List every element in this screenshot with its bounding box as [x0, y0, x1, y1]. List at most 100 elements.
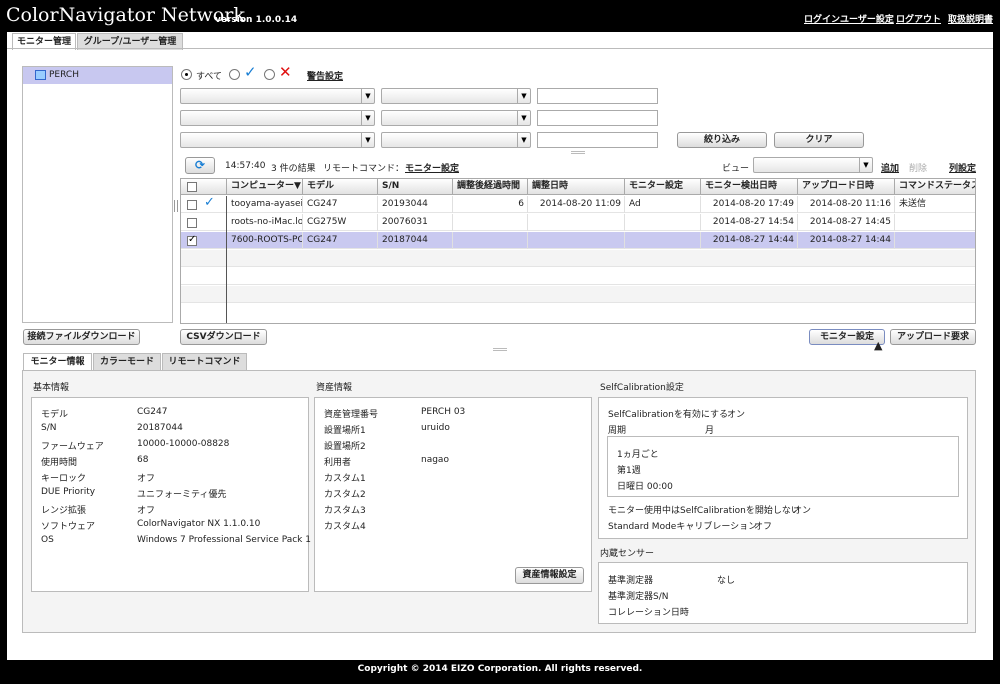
schedule-line: 1ヵ月ごと [617, 450, 659, 460]
filter-all-radio[interactable] [181, 69, 192, 80]
basic-info-value: ユニフォーミティ優先 [137, 490, 227, 500]
selfcal-inuse-label: モニター使用中はSelfCalibrationを開始しない [608, 506, 800, 516]
chevron-down-icon: ▼ [517, 133, 530, 147]
basic-info-key: レンジ拡張 [41, 506, 87, 516]
cell-monitor-setting: Ad [625, 196, 701, 213]
cell-adjust-date [528, 232, 625, 249]
asset-info-key: カスタム2 [324, 490, 366, 500]
column-settings-link[interactable]: 列設定 [949, 161, 976, 174]
row-checkbox[interactable] [187, 234, 197, 246]
asset-info-key: 資産管理番号 [324, 410, 379, 420]
filter-select-4[interactable]: ▼ [381, 110, 531, 126]
cell-monitor-setting [625, 214, 701, 231]
tab-color-mode[interactable]: カラーモード [93, 353, 161, 370]
filter-ok-radio[interactable] [229, 69, 240, 80]
cell-sn: 20076031 [378, 214, 453, 231]
tab-monitor-info[interactable]: モニター情報 [23, 353, 92, 370]
delete-view-link[interactable]: 削除 [909, 161, 927, 174]
column-header-sn[interactable]: S/N [378, 179, 453, 195]
filter-text-3[interactable] [537, 132, 658, 148]
filter-select-5[interactable]: ▼ [180, 132, 375, 148]
cell-sn: 20193044 [378, 196, 453, 213]
filter-text-1[interactable] [537, 88, 658, 104]
splitter-handle[interactable] [493, 348, 507, 351]
manual-link[interactable]: 取扱説明書 [948, 12, 993, 25]
basic-info-title: 基本情報 [33, 383, 70, 393]
view-select[interactable]: ▼ [753, 157, 873, 173]
column-header-monitor-setting[interactable]: モニター設定 [625, 179, 701, 195]
asset-info-value: nagao [421, 455, 449, 465]
table-row[interactable]: ✓ tooyama-ayasei- CG247 20193044 6 2014-… [181, 195, 975, 213]
cell-model: CG247 [303, 232, 378, 249]
cell-computer: roots-no-iMac.lo [227, 214, 303, 231]
filter-error-radio[interactable] [264, 69, 275, 80]
connection-file-download-button[interactable]: 接続ファイルダウンロード [23, 329, 140, 345]
chevron-down-icon: ▼ [361, 133, 374, 147]
column-header-detected[interactable]: モニター検出日時 [701, 179, 798, 195]
login-user-settings-link[interactable]: ログインユーザー設定 [804, 12, 894, 25]
sensor-ref-label: 基準測定器 [608, 576, 654, 586]
logout-link[interactable]: ログアウト [896, 12, 941, 25]
schedule-line: 第1週 [617, 466, 641, 476]
version-label: version 1.0.0.14 [215, 15, 298, 25]
empty-row [181, 268, 975, 285]
column-header-adjust-date[interactable]: 調整日時 [528, 179, 625, 195]
filter-select-3[interactable]: ▼ [180, 110, 375, 126]
column-header-model[interactable]: モデル [303, 179, 378, 195]
add-view-link[interactable]: 追加 [881, 161, 899, 174]
column-header-uploaded[interactable]: アップロード日時 [798, 179, 895, 195]
header-select-all[interactable] [181, 179, 227, 195]
selfcal-std-value: オフ [754, 522, 773, 532]
tree-item-perch[interactable]: PERCH [23, 67, 172, 84]
cell-adjust-date: 2014-08-20 11:09 [528, 196, 625, 213]
basic-info-key: モデル [41, 410, 69, 420]
cell-computer: tooyama-ayasei- [227, 196, 303, 213]
cell-detected: 2014-08-27 14:54 [701, 214, 798, 231]
asset-info-settings-button[interactable]: 資産情報設定 [515, 567, 584, 584]
result-count: 3 件の結果 [271, 164, 316, 174]
select-all-checkbox[interactable] [187, 182, 197, 192]
basic-info-key: OS [41, 535, 54, 545]
alert-settings-link[interactable]: 警告設定 [307, 69, 343, 82]
sensor-ref-sn-label: 基準測定器S/N [608, 592, 669, 602]
filter-select-6[interactable]: ▼ [381, 132, 531, 148]
upload-request-button[interactable]: アップロード要求 [890, 329, 976, 345]
last-update-time: 14:57:40 [225, 161, 266, 171]
filter-select-2[interactable]: ▼ [381, 88, 531, 104]
tree-item-label: PERCH [49, 70, 79, 80]
column-header-command-status[interactable]: コマンドステータス [895, 179, 975, 195]
cell-sn: 20187044 [378, 232, 453, 249]
copyright-text: Copyright © 2014 EIZO Corporation. All r… [357, 664, 643, 674]
clear-button[interactable]: クリア [774, 132, 864, 148]
cell-model: CG275W [303, 214, 378, 231]
cell-uploaded: 2014-08-27 14:44 [798, 232, 895, 249]
table-row[interactable]: roots-no-iMac.lo CG275W 20076031 2014-08… [181, 214, 975, 231]
selfcal-enable-label: SelfCalibrationを有効にする [608, 410, 728, 420]
filter-select-1[interactable]: ▼ [180, 88, 375, 104]
csv-download-button[interactable]: CSVダウンロード [180, 329, 267, 345]
basic-info-value: 68 [137, 455, 149, 465]
panel-resize-handle[interactable] [174, 200, 178, 212]
cell-elapsed [453, 232, 528, 249]
cell-uploaded: 2014-08-27 14:45 [798, 214, 895, 231]
refresh-button[interactable]: ⟳ [185, 157, 215, 174]
splitter-handle[interactable] [571, 151, 585, 154]
row-checkbox[interactable] [187, 218, 197, 228]
remote-monitor-settings-link[interactable]: モニター設定 [405, 161, 459, 174]
asset-info-key: 利用者 [324, 458, 352, 468]
tab-remote-command[interactable]: リモートコマンド [162, 353, 247, 370]
folder-icon [35, 70, 46, 80]
table-row-selected[interactable]: 7600-ROOTS-PC CG247 20187044 2014-08-27 … [181, 232, 975, 249]
column-header-computer[interactable]: コンピューター▼ [227, 179, 303, 195]
filter-text-2[interactable] [537, 110, 658, 126]
narrow-button[interactable]: 絞り込み [677, 132, 767, 148]
tab-divider [7, 48, 993, 49]
x-mark-icon: ✕ [279, 63, 292, 81]
selfcal-enable-value: オン [727, 410, 746, 420]
chevron-down-icon: ▼ [361, 111, 374, 125]
cell-monitor-setting [625, 232, 701, 249]
row-checkbox[interactable] [187, 200, 197, 210]
cell-command-status: 未送信 [895, 196, 975, 213]
column-header-elapsed[interactable]: 調整後経過時間 [453, 179, 528, 195]
selfcal-period-value: 月 [705, 426, 715, 436]
